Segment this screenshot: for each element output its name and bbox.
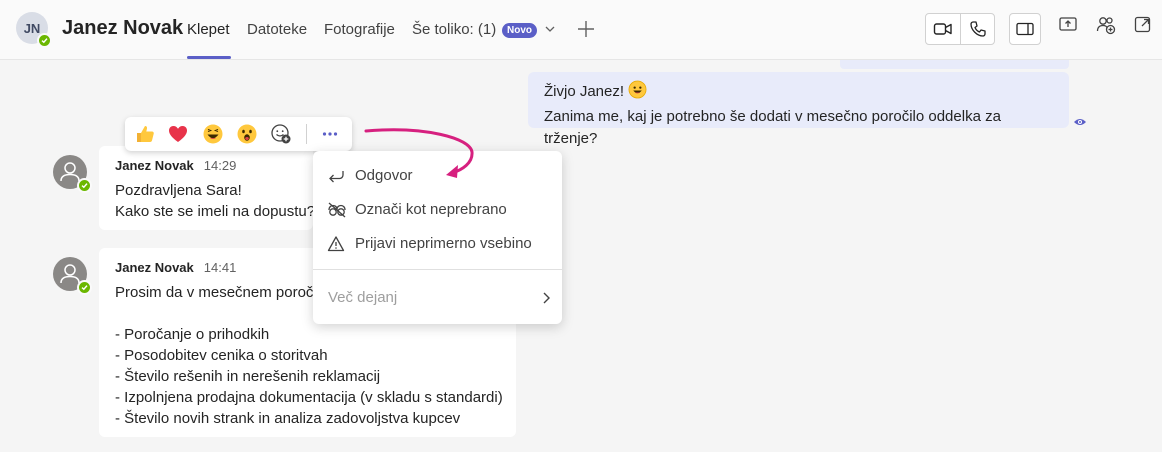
sent-message-line: Živjo Janez! bbox=[544, 83, 625, 100]
message-time: 14:29 bbox=[203, 158, 237, 173]
menu-divider bbox=[313, 269, 562, 270]
sent-message-line: Zanima me, kaj je potrebno še dodati v m… bbox=[544, 108, 1001, 147]
message-line: - Posodobitev cenika o storitvah bbox=[115, 347, 328, 364]
message-meta: Janez Novak 14:29 bbox=[115, 158, 297, 174]
warning-icon bbox=[327, 236, 345, 252]
presence-available-icon bbox=[77, 178, 92, 193]
sent-message[interactable]: Živjo Janez! Zanima me, kaj je potrebno … bbox=[528, 72, 1069, 147]
message-time: 14:41 bbox=[203, 260, 237, 275]
add-tab-icon[interactable] bbox=[576, 19, 596, 39]
panel-button[interactable] bbox=[1009, 13, 1041, 45]
grinning-face-emoji bbox=[628, 80, 647, 106]
video-call-icon[interactable] bbox=[933, 20, 953, 38]
tab-files[interactable]: Datoteke bbox=[247, 21, 307, 38]
mark-unread-icon bbox=[328, 202, 346, 218]
presence-available-icon bbox=[77, 280, 92, 295]
laughing-emoji[interactable] bbox=[202, 123, 224, 145]
menu-item-reply[interactable]: Odgovor bbox=[313, 159, 562, 193]
chevron-down-icon[interactable] bbox=[544, 23, 556, 35]
menu-item-label: Označi kot neprebrano bbox=[355, 201, 507, 218]
reply-icon bbox=[329, 171, 344, 183]
menu-item-label: Odgovor bbox=[355, 167, 413, 184]
message-line: - Izpolnjena prodajna dokumentacija (v s… bbox=[115, 389, 503, 406]
message-line: - Število novih strank in analiza zadovo… bbox=[115, 410, 461, 427]
menu-item-label: Prijavi neprimerno vsebino bbox=[355, 235, 532, 252]
avatar-initials: JN bbox=[23, 20, 41, 36]
message-line: - Poročanje o prihodkih bbox=[115, 326, 270, 343]
menu-item-more-actions[interactable]: Več dejanj bbox=[313, 281, 562, 315]
message-line: - Število rešenih in nerešenih reklamaci… bbox=[115, 368, 381, 385]
message-line: Kako ste se imeli na dopustu? bbox=[115, 203, 316, 220]
contact-name: Janez Novak bbox=[62, 17, 184, 39]
tab-chat[interactable]: Klepet bbox=[187, 21, 230, 38]
message-context-menu: Odgovor Označi kot neprebrano Prijavi ne… bbox=[313, 151, 562, 324]
menu-item-label: Več dejanj bbox=[328, 289, 398, 306]
active-tab-indicator bbox=[187, 56, 231, 59]
heart-emoji[interactable] bbox=[167, 123, 189, 145]
thumbs-up-emoji[interactable] bbox=[134, 123, 156, 145]
tab-photos[interactable]: Fotografije bbox=[324, 21, 395, 38]
presence-available-icon bbox=[37, 33, 52, 48]
panel-icon bbox=[1016, 22, 1034, 36]
reaction-bar bbox=[125, 117, 352, 151]
chevron-right-icon bbox=[543, 292, 550, 304]
message-line: Pozdravljena Sara! bbox=[115, 182, 242, 199]
tab-more[interactable]: Še toliko: (1) bbox=[412, 21, 496, 38]
message-author: Janez Novak bbox=[115, 158, 194, 173]
pop-out-icon[interactable] bbox=[1134, 15, 1152, 33]
menu-item-mark-unread[interactable]: Označi kot neprebrano bbox=[313, 193, 562, 227]
reaction-divider bbox=[306, 124, 307, 144]
received-message[interactable]: Janez Novak 14:29 Pozdravljena Sara! Kako… bbox=[99, 146, 316, 230]
new-badge: Novo bbox=[502, 23, 537, 38]
more-options-icon[interactable] bbox=[317, 121, 343, 147]
add-people-icon[interactable] bbox=[1096, 15, 1116, 35]
message-author: Janez Novak bbox=[115, 260, 194, 275]
previous-sent-bubble bbox=[840, 60, 1069, 69]
call-button-group bbox=[925, 13, 995, 45]
add-reaction-icon[interactable] bbox=[270, 123, 292, 145]
menu-item-report[interactable]: Prijavi neprimerno vsebino bbox=[313, 227, 562, 261]
call-divider bbox=[960, 14, 961, 44]
surprised-emoji[interactable] bbox=[236, 123, 258, 145]
share-screen-icon[interactable] bbox=[1059, 15, 1077, 33]
chat-header: JN Janez Novak Klepet Datoteke Fotografi… bbox=[0, 0, 1162, 60]
audio-call-icon[interactable] bbox=[969, 20, 987, 38]
seen-eye-icon bbox=[1074, 119, 1086, 125]
